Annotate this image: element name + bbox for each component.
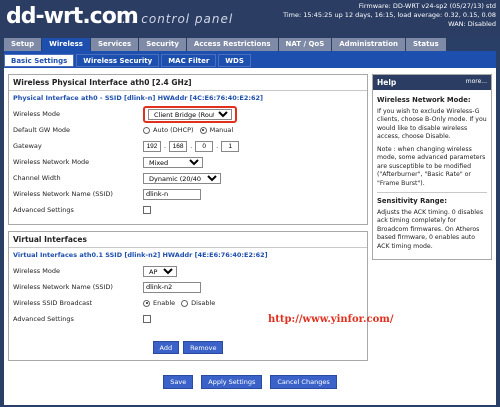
cancel-changes-button[interactable]: Cancel Changes bbox=[270, 375, 337, 389]
channel-width-select[interactable]: Dynamic (20/40 MHz) bbox=[143, 172, 221, 184]
broadcast-disable-radio[interactable] bbox=[181, 299, 189, 307]
gw-auto-label: Auto (DHCP) bbox=[153, 126, 194, 134]
tab-status[interactable]: Status bbox=[406, 38, 446, 51]
gateway-octet-3[interactable] bbox=[195, 140, 214, 152]
uptime-info: Time: 15:45:25 up 12 days, 16:15, load a… bbox=[283, 11, 496, 19]
help-heading: Sensitivity Range: bbox=[377, 197, 447, 205]
action-bar: Save Apply Settings Cancel Changes bbox=[4, 372, 496, 392]
watermark-url: http://www.yinfor.com/ bbox=[268, 314, 394, 325]
gw-manual-radio[interactable] bbox=[199, 126, 207, 134]
add-button[interactable]: Add bbox=[152, 341, 180, 354]
gw-mode-label: Default GW Mode bbox=[13, 126, 71, 134]
vif-advanced-settings-label: Advanced Settings bbox=[13, 315, 74, 323]
vif-advanced-settings-checkbox[interactable] bbox=[143, 315, 151, 323]
content-panel: Wireless Physical Interface ath0 [2.4 GH… bbox=[4, 68, 496, 405]
net-mode-select[interactable]: Mixed bbox=[143, 156, 203, 168]
vif-ssid-label: Wireless Network Name (SSID) bbox=[13, 283, 113, 291]
subtab-basic-settings[interactable]: Basic Settings bbox=[4, 54, 75, 67]
logo: dd-wrt.com bbox=[6, 4, 139, 29]
gw-manual-label: Manual bbox=[209, 126, 234, 134]
tab-security[interactable]: Security bbox=[139, 38, 186, 51]
tab-setup[interactable]: Setup bbox=[4, 38, 42, 51]
subtab-wireless-security[interactable]: Wireless Security bbox=[76, 54, 160, 67]
help-title: Help bbox=[377, 78, 397, 87]
tab-access-restrictions[interactable]: Access Restrictions bbox=[186, 38, 278, 51]
vif-ssid-input[interactable] bbox=[143, 281, 201, 293]
channel-width-label: Channel Width bbox=[13, 174, 61, 182]
tab-services[interactable]: Services bbox=[90, 38, 139, 51]
broadcast-enable-label: Enable bbox=[153, 299, 176, 307]
tab-nat-qos[interactable]: NAT / QoS bbox=[278, 38, 332, 51]
subtab-wds[interactable]: WDS bbox=[218, 54, 251, 67]
help-text: If you wish to exclude Wireless-G client… bbox=[377, 107, 487, 141]
net-mode-label: Wireless Network Mode bbox=[13, 158, 90, 166]
advanced-settings-checkbox[interactable] bbox=[143, 206, 151, 214]
gateway-octet-1[interactable] bbox=[143, 140, 161, 152]
section-title: Wireless Physical Interface ath0 [2.4 GH… bbox=[9, 75, 367, 91]
section-title: Virtual Interfaces bbox=[9, 232, 367, 248]
advanced-settings-label: Advanced Settings bbox=[13, 206, 74, 214]
sub-tabs: Basic Settings Wireless Security MAC Fil… bbox=[4, 54, 253, 67]
help-panel: Help more... Wireless Network Mode: If y… bbox=[372, 74, 492, 260]
ssid-label: Wireless Network Name (SSID) bbox=[13, 190, 113, 198]
help-heading: Wireless Network Mode: bbox=[377, 96, 471, 104]
help-title-bar: Help more... bbox=[373, 75, 491, 90]
wireless-mode-label: Wireless Mode bbox=[13, 110, 60, 118]
wan-status: WAN: Disabled bbox=[448, 20, 496, 28]
gateway-label: Gateway bbox=[13, 142, 42, 150]
physical-interface-section: Wireless Physical Interface ath0 [2.4 GH… bbox=[8, 74, 368, 225]
help-text: Note : when changing wireless mode, some… bbox=[377, 145, 486, 187]
subtab-mac-filter[interactable]: MAC Filter bbox=[161, 54, 217, 67]
broadcast-enable-radio[interactable] bbox=[143, 299, 150, 307]
vif-wireless-mode-label: Wireless Mode bbox=[13, 267, 60, 275]
gateway-octet-2[interactable] bbox=[169, 140, 188, 152]
main-tabs: Setup Wireless Services Security Access … bbox=[4, 38, 447, 51]
save-button[interactable]: Save bbox=[163, 375, 194, 389]
help-more-link[interactable]: more... bbox=[466, 78, 487, 87]
vif-wireless-mode-select[interactable]: AP bbox=[143, 265, 177, 277]
apply-settings-button[interactable]: Apply Settings bbox=[201, 375, 263, 389]
broadcast-disable-label: Disable bbox=[191, 299, 216, 307]
interface-title: Physical Interface ath0 - SSID [dlink-n]… bbox=[13, 94, 263, 102]
gateway-octet-4[interactable] bbox=[221, 140, 240, 152]
tab-wireless[interactable]: Wireless bbox=[42, 38, 90, 51]
ssid-broadcast-label: Wireless SSID Broadcast bbox=[13, 299, 93, 307]
help-divider bbox=[377, 192, 487, 193]
header: dd-wrt.com ... control panel Firmware: D… bbox=[0, 0, 500, 38]
router-info: Firmware: DD-WRT v24-sp2 (05/27/13) std … bbox=[283, 2, 496, 29]
gw-auto-radio[interactable] bbox=[143, 126, 150, 134]
ssid-input[interactable] bbox=[143, 188, 201, 200]
highlight-box: Client Bridge (Routed) bbox=[143, 105, 237, 123]
tab-administration[interactable]: Administration bbox=[332, 38, 405, 51]
wireless-mode-select[interactable]: Client Bridge (Routed) bbox=[148, 108, 232, 120]
help-text: Adjusts the ACK timing. 0 disables ack t… bbox=[377, 208, 484, 250]
virtual-interfaces-section: Virtual Interfaces Virtual Interfaces at… bbox=[8, 231, 368, 361]
logo-subtitle: ... control panel bbox=[122, 12, 234, 26]
interface-title: Virtual Interfaces ath0.1 SSID [dlink-n2… bbox=[13, 251, 268, 259]
remove-button[interactable]: Remove bbox=[183, 341, 224, 354]
firmware-info: Firmware: DD-WRT v24-sp2 (05/27/13) std bbox=[358, 2, 496, 10]
